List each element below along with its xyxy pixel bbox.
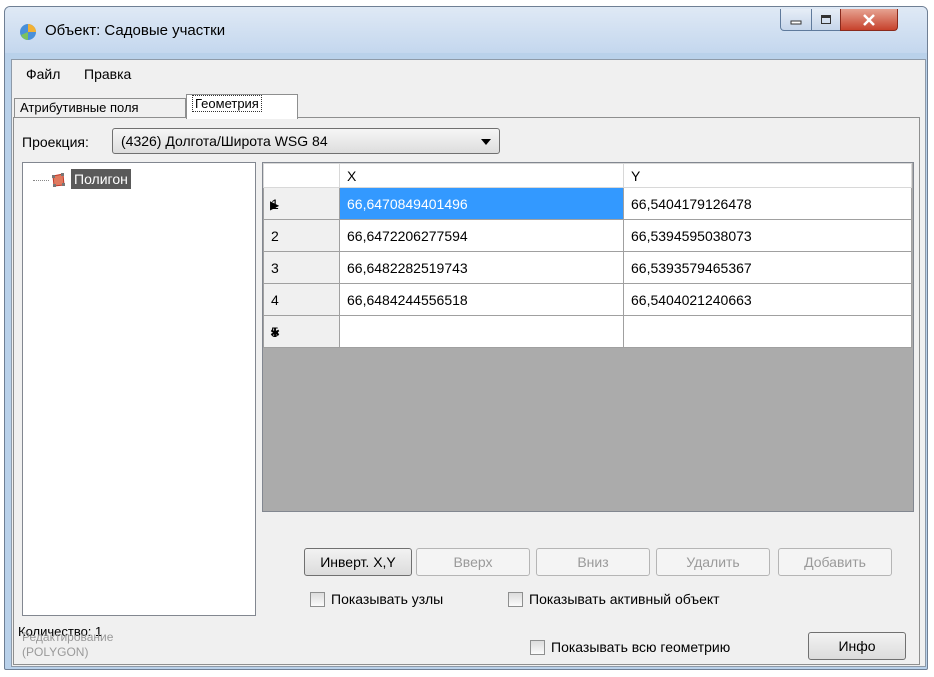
- table-row[interactable]: 4 66,6484244556518 66,5404021240663: [263, 283, 912, 316]
- show-nodes-label: Показывать узлы: [331, 591, 444, 607]
- window-title: Объект: Садовые участки: [45, 22, 226, 39]
- invert-xy-button[interactable]: Инверт. X,Y: [304, 548, 412, 576]
- cell-y[interactable]: 66,5393579465367: [623, 251, 912, 284]
- show-active-object-label: Показывать активный объект: [529, 591, 720, 607]
- geometry-panel: Проекция: (4326) Долгота/Широта WSG 84 П…: [13, 117, 920, 665]
- show-all-geometry-checkbox[interactable]: Показывать всю геометрию: [530, 639, 730, 655]
- row-header[interactable]: ✱ 5: [263, 315, 340, 348]
- row-number: 2: [271, 227, 279, 244]
- maximize-icon: [821, 15, 831, 24]
- table-row[interactable]: ▶ 1 66,6470849401496 66,5404179126478: [263, 187, 912, 220]
- close-icon: [863, 13, 875, 26]
- add-button[interactable]: Добавить: [778, 548, 892, 576]
- show-nodes-checkbox[interactable]: Показывать узлы: [310, 591, 443, 607]
- cell-x[interactable]: [339, 315, 624, 348]
- polygon-icon: [52, 173, 65, 187]
- row-header[interactable]: ▶ 1: [263, 187, 340, 220]
- current-row-icon: ▶: [270, 198, 280, 212]
- cell-x[interactable]: 66,6470849401496: [339, 187, 624, 220]
- menu-edit[interactable]: Правка: [84, 66, 131, 82]
- show-all-geometry-label: Показывать всю геометрию: [551, 639, 731, 655]
- cell-x[interactable]: 66,6472206277594: [339, 219, 624, 252]
- tab-attribute-fields[interactable]: Атрибутивные поля: [14, 98, 186, 118]
- app-globe-icon: [20, 24, 36, 40]
- tab-geometry-label: Геометрия: [192, 95, 262, 112]
- edit-mode-line2: (POLYGON): [22, 645, 89, 659]
- column-header-x[interactable]: X: [339, 163, 624, 188]
- new-row[interactable]: ✱ 5: [263, 315, 912, 348]
- menu-file[interactable]: Файл: [26, 66, 60, 82]
- close-button[interactable]: [840, 9, 898, 31]
- tab-strip: Атрибутивные поля Геометрия: [12, 94, 925, 119]
- row-header[interactable]: 4: [263, 283, 340, 316]
- chevron-down-icon: [481, 139, 491, 145]
- move-down-button[interactable]: Вниз: [536, 548, 650, 576]
- checkbox-box[interactable]: [310, 591, 325, 607]
- minimize-icon: [790, 20, 802, 24]
- cell-x[interactable]: 66,6482282519743: [339, 251, 624, 284]
- column-header-y[interactable]: Y: [623, 163, 912, 188]
- cell-x[interactable]: 66,6484244556518: [339, 283, 624, 316]
- table-row[interactable]: 3 66,6482282519743 66,5393579465367: [263, 251, 912, 284]
- projection-select[interactable]: (4326) Долгота/Широта WSG 84: [112, 128, 500, 154]
- row-number: 4: [271, 291, 279, 308]
- grid-header-row: X Y: [263, 163, 912, 188]
- coordinates-grid[interactable]: X Y ▶ 1 66,6470849401496 66,5404179126478…: [262, 162, 914, 512]
- show-active-object-checkbox[interactable]: Показывать активный объект: [508, 591, 720, 607]
- info-button[interactable]: Инфо: [808, 632, 906, 660]
- tree-node-polygon[interactable]: Полигон: [71, 169, 131, 189]
- edit-mode-line1: Редактирование: [22, 630, 114, 644]
- app-window: Объект: Садовые участки Файл Правка Атри…: [4, 6, 928, 670]
- title-bar[interactable]: Объект: Садовые участки: [5, 7, 927, 53]
- row-header[interactable]: 3: [263, 251, 340, 284]
- table-row[interactable]: 2 66,6472206277594 66,5394595038073: [263, 219, 912, 252]
- cell-y[interactable]: [623, 315, 912, 348]
- projection-value: (4326) Долгота/Широта WSG 84: [121, 133, 328, 149]
- tree-connector-line: [33, 180, 49, 181]
- projection-label: Проекция:: [22, 134, 89, 150]
- cell-y[interactable]: 66,5394595038073: [623, 219, 912, 252]
- menu-bar: Файл Правка: [12, 60, 925, 88]
- new-row-icon: ✱: [270, 326, 281, 340]
- row-header[interactable]: 2: [263, 219, 340, 252]
- delete-button[interactable]: Удалить: [656, 548, 770, 576]
- move-up-button[interactable]: Вверх: [416, 548, 530, 576]
- checkbox-box[interactable]: [508, 591, 523, 607]
- cell-y[interactable]: 66,5404021240663: [623, 283, 912, 316]
- row-number: 3: [271, 259, 279, 276]
- checkbox-box[interactable]: [530, 639, 545, 655]
- geometry-tree[interactable]: Полигон: [22, 162, 256, 616]
- minimize-button[interactable]: [780, 9, 812, 31]
- cell-y[interactable]: 66,5404179126478: [623, 187, 912, 220]
- grid-corner-cell[interactable]: [263, 163, 340, 188]
- edit-mode-label: Редактирование (POLYGON): [22, 630, 113, 660]
- maximize-button[interactable]: [811, 9, 841, 31]
- tab-geometry[interactable]: Геометрия: [186, 94, 298, 119]
- client-area: Файл Правка Атрибутивные поля Геометрия …: [11, 59, 926, 667]
